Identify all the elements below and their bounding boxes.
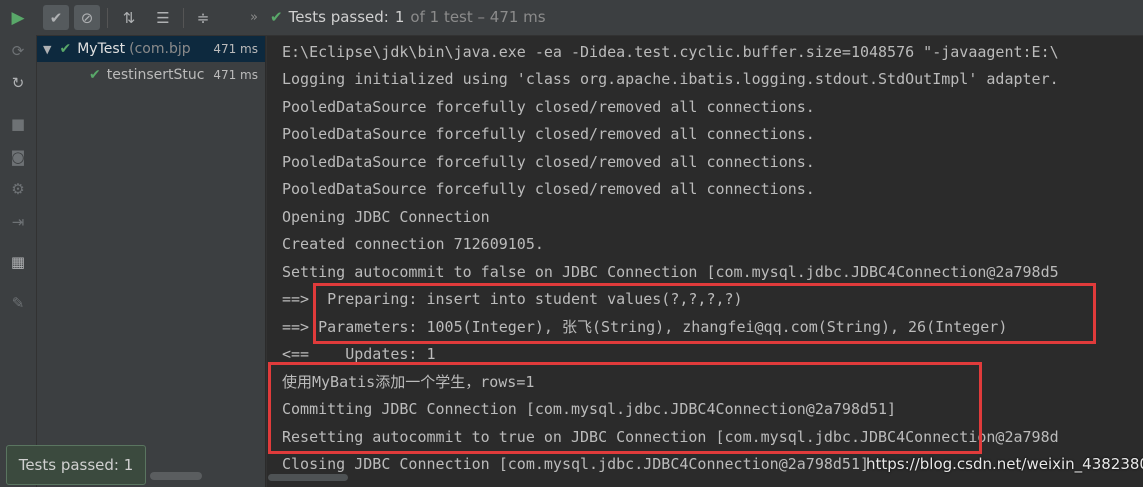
tree-root-duration: 471 ms: [213, 42, 258, 56]
console-line: Opening JDBC Connection: [282, 208, 490, 226]
toggle-auto-test-icon[interactable]: ↻: [0, 72, 36, 94]
settings-icon[interactable]: ⚙: [0, 178, 36, 200]
console-line: PooledDataSource forcefully closed/remov…: [282, 125, 815, 143]
console-line: Created connection 712609105.: [282, 235, 544, 253]
more-button[interactable]: »: [241, 5, 267, 30]
sort-duration-icon: ☰: [156, 8, 170, 27]
ban-icon: ⊘: [80, 8, 94, 27]
console-line: Setting autocommit to false on JDBC Conn…: [282, 263, 1059, 281]
watermark: https://blog.csdn.net/weixin_43823808: [866, 455, 1143, 473]
run-icon[interactable]: ▶: [0, 7, 36, 29]
console-line: E:\Eclipse\jdk\bin\java.exe -ea -Didea.t…: [282, 43, 1059, 61]
chevron-double-right-icon: »: [250, 10, 258, 25]
sort-by-duration-button[interactable]: ☰: [150, 5, 176, 30]
checkmark-icon: ✔: [270, 8, 283, 26]
layout-icon[interactable]: ▦: [0, 251, 36, 273]
checkmark-icon: ✔: [59, 41, 72, 57]
toolbar-divider: [107, 8, 108, 28]
tree-child-name: testinsertStuc: [106, 67, 205, 83]
camera-icon[interactable]: ◙: [0, 146, 36, 168]
toolbar-divider: [183, 8, 184, 28]
console-line: PooledDataSource forcefully closed/remov…: [282, 180, 815, 198]
tree-row-testinsert[interactable]: ✔ testinsertStuc 471 ms: [37, 62, 265, 88]
collapse-all-button[interactable]: ≑: [190, 5, 216, 30]
sort-az-icon: ⇅: [122, 8, 136, 27]
tree-scrollbar[interactable]: [150, 472, 202, 480]
tests-passed-toast[interactable]: Tests passed: 1: [6, 445, 146, 485]
show-ignored-button[interactable]: ⊘: [74, 5, 100, 30]
left-tool-strip: ▶ ⟳ ↻ ■ ◙ ⚙ ⇥ ▦ ✎: [0, 0, 37, 487]
checkmark-icon: ✔: [49, 8, 63, 27]
test-tree: ▼ ✔ MyTest (com.bjp 471 ms ✔ testinsertS…: [37, 36, 265, 487]
exit-icon[interactable]: ⇥: [0, 211, 36, 233]
console-line: PooledDataSource forcefully closed/remov…: [282, 153, 815, 171]
sort-alphabetically-button[interactable]: ⇅: [116, 5, 142, 30]
tree-root-name: MyTest: [77, 41, 126, 57]
tree-root-package: (com.bjp: [129, 41, 191, 57]
tree-child-duration: 471 ms: [213, 68, 258, 82]
tree-row-mytest[interactable]: ▼ ✔ MyTest (com.bjp 471 ms: [37, 36, 265, 62]
test-status: ✔ Tests passed: 1 of 1 test – 471 ms: [270, 8, 546, 26]
console-scrollbar[interactable]: [268, 474, 348, 481]
stop-icon[interactable]: ■: [0, 113, 36, 135]
console-line: Logging initialized using 'class org.apa…: [282, 70, 1059, 88]
collapse-icon: ≑: [196, 8, 210, 27]
highlight-box-result: [268, 362, 982, 454]
rerun-failed-icon[interactable]: ⟳: [0, 40, 36, 62]
pin-icon[interactable]: ✎: [0, 292, 36, 314]
chevron-down-icon[interactable]: ▼: [43, 43, 51, 56]
console-line: Closing JDBC Connection [com.mysql.jdbc.…: [282, 455, 869, 473]
status-detail: of 1 test – 471 ms: [410, 8, 546, 26]
toast-label: Tests passed: 1: [18, 456, 134, 474]
checkmark-icon: ✔: [89, 67, 101, 83]
test-runner-toolbar: ✔ ⊘ ⇅ ☰ ≑ » ✔ Tests passed: 1 of 1 test …: [36, 0, 1143, 36]
status-count: 1: [394, 8, 405, 26]
console-line: PooledDataSource forcefully closed/remov…: [282, 98, 815, 116]
show-passed-button[interactable]: ✔: [43, 5, 69, 30]
status-label: Tests passed:: [288, 8, 389, 26]
highlight-box-sql: [313, 283, 1096, 344]
